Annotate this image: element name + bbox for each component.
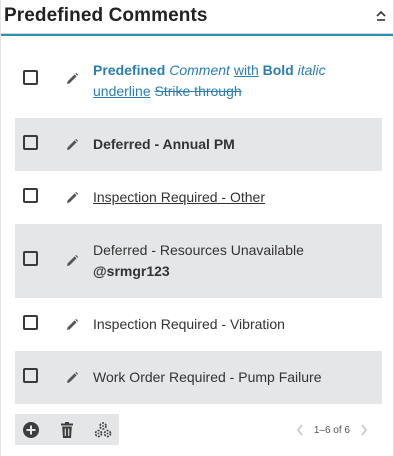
- comment-bold-word: Predefined: [93, 62, 166, 78]
- list-item: Inspection Required - Vibration: [15, 298, 382, 351]
- header-accent-bar: [1, 34, 393, 36]
- pencil-icon[interactable]: [65, 254, 79, 268]
- comment-line: Deferred - Resources Unavailable: [93, 242, 304, 258]
- list-item: Deferred - Annual PM: [15, 118, 382, 171]
- add-circle-icon[interactable]: [22, 421, 40, 439]
- list-item: Predefined Comment with Bold italic unde…: [15, 44, 382, 112]
- comment-text: Work Order Required - Pump Failure: [93, 369, 322, 385]
- row-checkbox[interactable]: [23, 251, 38, 266]
- gears-icon[interactable]: [94, 421, 112, 439]
- row-checkbox[interactable]: [23, 368, 38, 383]
- comment-bold-word: Bold: [262, 62, 294, 78]
- chevron-up-icon[interactable]: [374, 8, 388, 24]
- row-checkbox[interactable]: [23, 135, 38, 150]
- row-checkbox[interactable]: [23, 70, 38, 85]
- comment-text: Deferred - Resources Unavailable @srmgr1…: [93, 240, 374, 282]
- comment-text: Inspection Required - Vibration: [93, 316, 285, 332]
- comment-text: Predefined Comment with Bold italic unde…: [93, 60, 374, 102]
- chevron-left-icon[interactable]: [295, 423, 305, 437]
- panel-header: Predefined Comments: [1, 0, 393, 34]
- comments-list: Predefined Comment with Bold italic unde…: [15, 44, 382, 404]
- pencil-icon[interactable]: [65, 191, 79, 205]
- pencil-icon[interactable]: [65, 72, 79, 86]
- mention-tag: @srmgr123: [93, 263, 170, 279]
- list-item: Work Order Required - Pump Failure: [15, 351, 382, 404]
- comment-text: Inspection Required - Other: [93, 189, 265, 205]
- pagination-range: 1–6 of 6: [313, 424, 350, 436]
- panel-title: Predefined Comments: [4, 5, 208, 26]
- pencil-icon[interactable]: [65, 371, 79, 385]
- row-checkbox[interactable]: [23, 188, 38, 203]
- list-toolbar: [15, 414, 119, 445]
- comment-italic-word: Comment: [169, 62, 230, 78]
- predefined-comments-panel: Predefined Comments Predefined Comment w…: [0, 0, 394, 456]
- list-item: Inspection Required - Other: [15, 171, 382, 224]
- comment-strikethrough-text: Strike through: [154, 83, 242, 99]
- comment-underlined-word: with: [233, 62, 259, 78]
- comment-text: Deferred - Annual PM: [93, 136, 235, 152]
- trash-icon[interactable]: [58, 421, 76, 439]
- chevron-right-icon[interactable]: [359, 423, 369, 437]
- row-checkbox[interactable]: [23, 315, 38, 330]
- comment-underlined-word: underline: [93, 83, 151, 99]
- comment-italic-word: italic: [297, 62, 326, 78]
- list-item: Deferred - Resources Unavailable @srmgr1…: [15, 224, 382, 298]
- pencil-icon[interactable]: [65, 318, 79, 332]
- pagination: 1–6 of 6: [295, 421, 369, 439]
- pencil-icon[interactable]: [65, 138, 79, 152]
